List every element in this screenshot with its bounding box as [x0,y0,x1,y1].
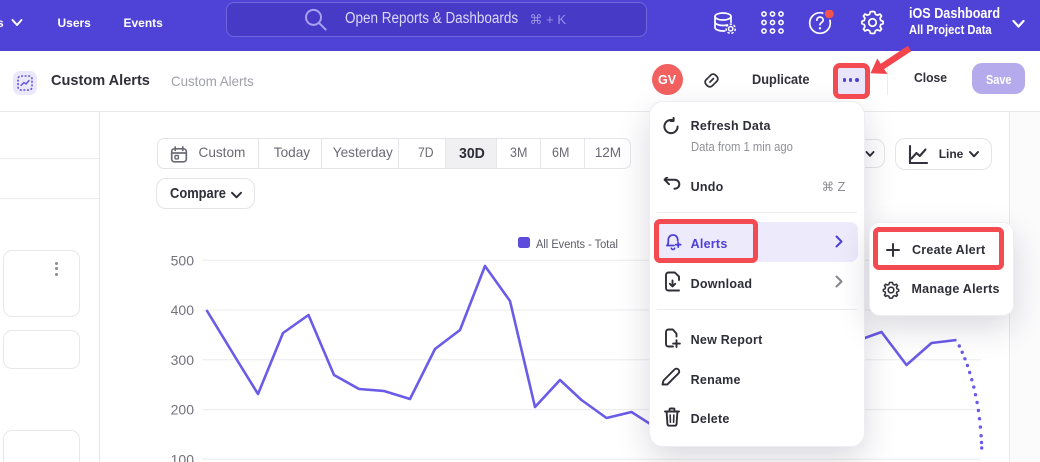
svg-text:200: 200 [171,402,195,418]
svg-text:400: 400 [171,302,195,318]
svg-text:100: 100 [171,451,195,462]
svg-text:300: 300 [171,352,195,368]
svg-text:500: 500 [171,252,195,268]
